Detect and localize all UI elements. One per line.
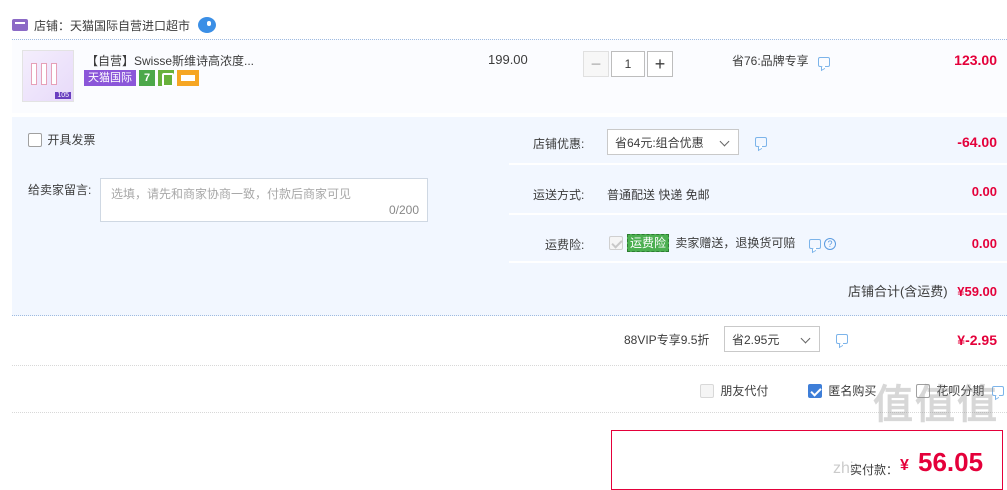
insurance-chat-icon[interactable] [808,238,821,249]
watermark-url: zhiz [833,460,862,477]
unit-price: 199.00 [488,52,528,67]
item-promo: 省76:品牌专享 [732,52,831,69]
product-badges: 天猫国际 7 [84,70,199,87]
watermark-logo: 值值值 [873,383,999,427]
message-label: 给卖家留言: [28,183,92,197]
shop-name-link[interactable]: 天猫国际自营进口超市 [70,17,190,34]
product-title-link[interactable]: 【自营】Swisse斯维诗高浓度... [86,52,254,69]
anonymous-label: 匿名购买 [828,384,877,398]
cart-item-row: 105 【自营】Swisse斯维诗高浓度... 天猫国际 7 199.00 − … [12,39,1007,113]
product-thumbnail[interactable]: 105 [22,50,74,102]
friend-pay-label: 朋友代付 [720,384,769,398]
shop-discount-label: 店铺优惠: [533,137,585,151]
bottle-icon [31,63,37,85]
bottle-icon [51,63,57,85]
invoice-checkbox[interactable] [28,132,42,147]
help-icon[interactable]: ? [824,237,837,250]
tmall-global-badge: 天猫国际 [84,70,136,86]
payment-amount: 56.05 [918,447,984,477]
anonymous-checkbox[interactable] [808,383,822,398]
bottle-icon [41,63,47,85]
shipping-value: 普通配送 快递 免邮 [607,188,710,202]
shop-subtotal: 店铺合计(含运费) ¥59.00 [848,281,997,300]
insurance-value: 卖家赠送，退换货可赔 [675,236,796,250]
quantity-minus-button[interactable]: − [583,51,609,77]
shipping-amount: 0.00 [971,184,997,199]
friend-pay-option[interactable]: 朋友代付 [700,382,768,399]
guarantee-icon [158,70,174,87]
shop-discount-amount: -64.00 [957,134,997,150]
shop-discount-value: 省64元:组合优惠 [615,135,704,150]
invoice-option[interactable]: 开具发票 [28,131,95,148]
order-options-panel: 开具发票 给卖家留言: 选填，请先和商家协商一致，付款后商家可见 0/200 店… [12,117,1007,316]
discount-chat-icon[interactable] [755,137,767,147]
friend-pay-checkbox[interactable] [700,383,714,398]
payment-currency: ¥ [900,457,909,474]
vip-chat-icon[interactable] [836,334,848,344]
quantity-stepper: − 1 + [583,51,673,77]
payment-total-box: 实付款： ¥ 56.05 [611,430,1003,490]
insurance-checkbox [609,236,623,250]
wangwang-chat-icon[interactable] [198,17,217,33]
vip-discount-row: 88VIP专享9.5折 省2.95元 ¥-2.95 [12,318,1007,366]
shop-discount-select[interactable]: 省64元:组合优惠 [607,129,739,155]
insurance-row: 运费险: 运费险 卖家赠送，退换货可赔 ? 0.00 [509,217,1007,263]
thumb-price-tag: 105 [55,92,71,99]
message-placeholder: 选填，请先和商家协商一致，付款后商家可见 [111,187,352,201]
chevron-down-icon [800,333,811,344]
subtotal-amount: ¥59.00 [957,284,997,299]
vip-amount: ¥-2.95 [957,332,997,348]
subtotal-label: 店铺合计(含运费) [847,284,948,299]
left-options: 开具发票 给卖家留言: 选填，请先和商家协商一致，付款后商家可见 0/200 [12,117,506,263]
shop-icon [12,19,28,31]
quantity-input[interactable]: 1 [611,51,645,77]
insurance-info: 运费险 卖家赠送，退换货可赔 ? [627,234,837,252]
promo-text: 省76:品牌专享 [732,54,809,68]
seller-message-textarea[interactable]: 选填，请先和商家协商一致，付款后商家可见 0/200 [100,178,428,222]
seven-day-return-icon: 7 [139,70,155,86]
insurance-amount: 0.00 [971,236,997,251]
vip-discount-select[interactable]: 省2.95元 [724,326,820,352]
item-total: 123.00 [954,52,997,68]
quantity-plus-button[interactable]: + [647,51,673,77]
shop-discount-row: 店铺优惠: 省64元:组合优惠 -64.00 [509,117,1007,165]
right-options: 店铺优惠: 省64元:组合优惠 -64.00 运送方式: 普通配送 快递 免邮 … [509,117,1007,263]
insurance-label: 运费险: [545,238,585,252]
vip-label: 88VIP专享9.5折 [624,333,710,347]
invoice-label: 开具发票 [47,133,96,147]
credit-card-icon [177,70,199,86]
shop-label: 店铺： [34,18,71,33]
chevron-down-icon [719,136,730,147]
anonymous-option[interactable]: 匿名购买 [808,382,876,399]
payment-options-row: 朋友代付 匿名购买 花呗分期 [12,367,1007,413]
message-char-counter: 0/200 [388,203,419,217]
promo-chat-icon[interactable] [818,56,831,67]
insurance-tag: 运费险 [627,234,670,252]
shipping-label: 运送方式: [533,188,585,202]
shop-header: 店铺： 天猫国际自营进口超市 [12,14,217,36]
shipping-row: 运送方式: 普通配送 快递 免邮 0.00 [509,167,1007,215]
vip-discount-value: 省2.95元 [732,332,780,347]
